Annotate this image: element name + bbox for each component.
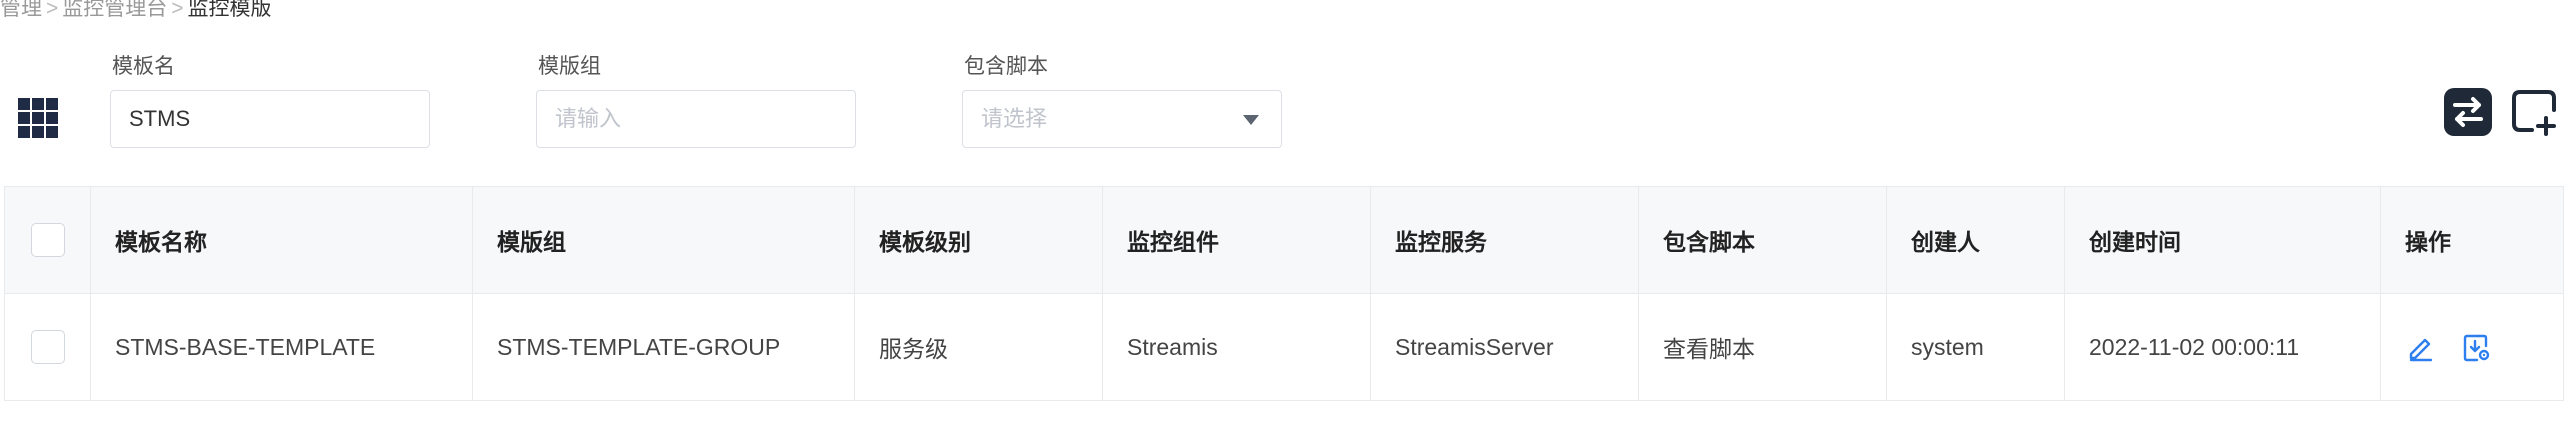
filter-template-name: 模板名	[110, 54, 430, 148]
header-include-script[interactable]: 包含脚本	[1639, 187, 1887, 293]
header-template-group[interactable]: 模版组	[473, 187, 855, 293]
cell-template-group[interactable]: STMS-TEMPLATE-GROUP	[473, 294, 855, 400]
table-row: STMS-BASE-TEMPLATE STMS-TEMPLATE-GROUP 服…	[5, 294, 2563, 400]
header-template-level[interactable]: 模板级别	[855, 187, 1103, 293]
edit-icon[interactable]	[2405, 332, 2435, 362]
breadcrumb-item-manage[interactable]: 管理	[0, 0, 42, 20]
cell-service: StreamisServer	[1371, 294, 1639, 400]
header-service[interactable]: 监控服务	[1371, 187, 1639, 293]
breadcrumb-item-console[interactable]: 监控管理台	[62, 0, 167, 20]
select-all-checkbox[interactable]	[30, 223, 65, 257]
template-group-input[interactable]	[536, 90, 856, 148]
header-actions: 操作	[2405, 229, 2451, 255]
header-creator[interactable]: 创建人	[1887, 187, 2065, 293]
breadcrumb-separator: >	[46, 0, 59, 20]
cell-actions	[2381, 294, 2563, 400]
breadcrumb-item-current: 监控模版	[187, 0, 272, 20]
header-created-at[interactable]: 创建时间	[2065, 187, 2381, 293]
filter-label: 模版组	[538, 55, 601, 78]
breadcrumb: 管理 > 监控管理台 > 监控模版	[0, 0, 272, 22]
filter-template-group: 模版组	[536, 54, 856, 148]
caret-down-icon	[1243, 115, 1259, 125]
cell-component: Streamis	[1103, 294, 1371, 400]
table-header-row: 模板名称 模版组 模板级别 监控组件 监控服务 包含脚本 创建人 创建时间 操作	[5, 187, 2563, 294]
cell-created-at: 2022-11-02 00:00:11	[2065, 294, 2381, 400]
export-config-icon[interactable]	[2461, 332, 2491, 362]
filter-include-script: 包含脚本 请选择	[962, 54, 1282, 148]
row-checkbox[interactable]	[30, 330, 65, 364]
header-template-name[interactable]: 模板名称	[91, 187, 473, 293]
switch-icon	[2444, 88, 2492, 136]
switch-button[interactable]	[2442, 86, 2494, 138]
view-script-link[interactable]: 查看脚本	[1639, 294, 1887, 400]
add-template-icon	[2512, 90, 2556, 136]
cell-template-name[interactable]: STMS-BASE-TEMPLATE	[91, 294, 473, 400]
templates-table: 模板名称 模版组 模板级别 监控组件 监控服务 包含脚本 创建人 创建时间 操作…	[4, 186, 2564, 401]
cell-creator: system	[1887, 294, 2065, 400]
add-template-button[interactable]	[2508, 86, 2560, 138]
cell-template-level: 服务级	[855, 294, 1103, 400]
header-component[interactable]: 监控组件	[1103, 187, 1371, 293]
select-all-cell	[5, 187, 91, 293]
filter-label: 包含脚本	[964, 55, 1048, 78]
grid-view-icon[interactable]	[16, 96, 60, 140]
filter-label: 模板名	[112, 55, 175, 78]
breadcrumb-separator: >	[171, 0, 184, 20]
include-script-select[interactable]: 请选择	[962, 90, 1282, 148]
row-select-cell	[5, 294, 91, 400]
template-name-input[interactable]	[110, 90, 430, 148]
select-placeholder: 请选择	[981, 106, 1048, 131]
